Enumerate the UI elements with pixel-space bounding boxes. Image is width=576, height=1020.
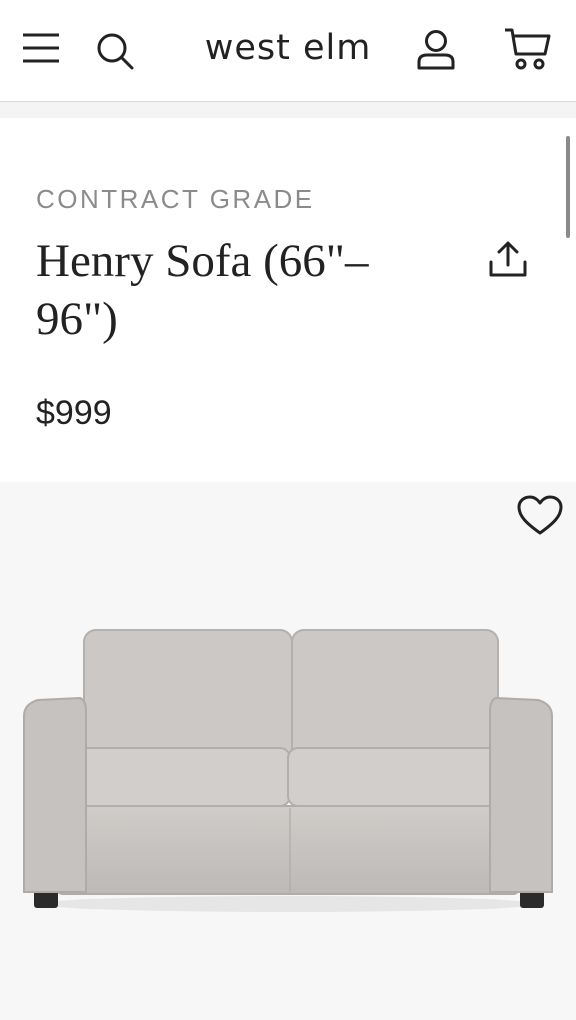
site-header: west elm [0,0,576,102]
product-price: $999 [36,394,112,432]
scrollbar-thumb[interactable] [566,136,570,238]
product-title: Henry Sofa (66"–96") [36,235,369,345]
cart-icon[interactable] [502,26,552,72]
product-eyebrow: CONTRACT GRADE [36,184,315,214]
account-icon[interactable] [414,28,458,72]
brand-logo[interactable]: west elm [0,28,576,68]
sofa-image [23,629,553,912]
favorite-heart-icon[interactable] [516,494,564,538]
header-divider-gap [0,102,576,118]
share-icon[interactable] [486,240,530,280]
